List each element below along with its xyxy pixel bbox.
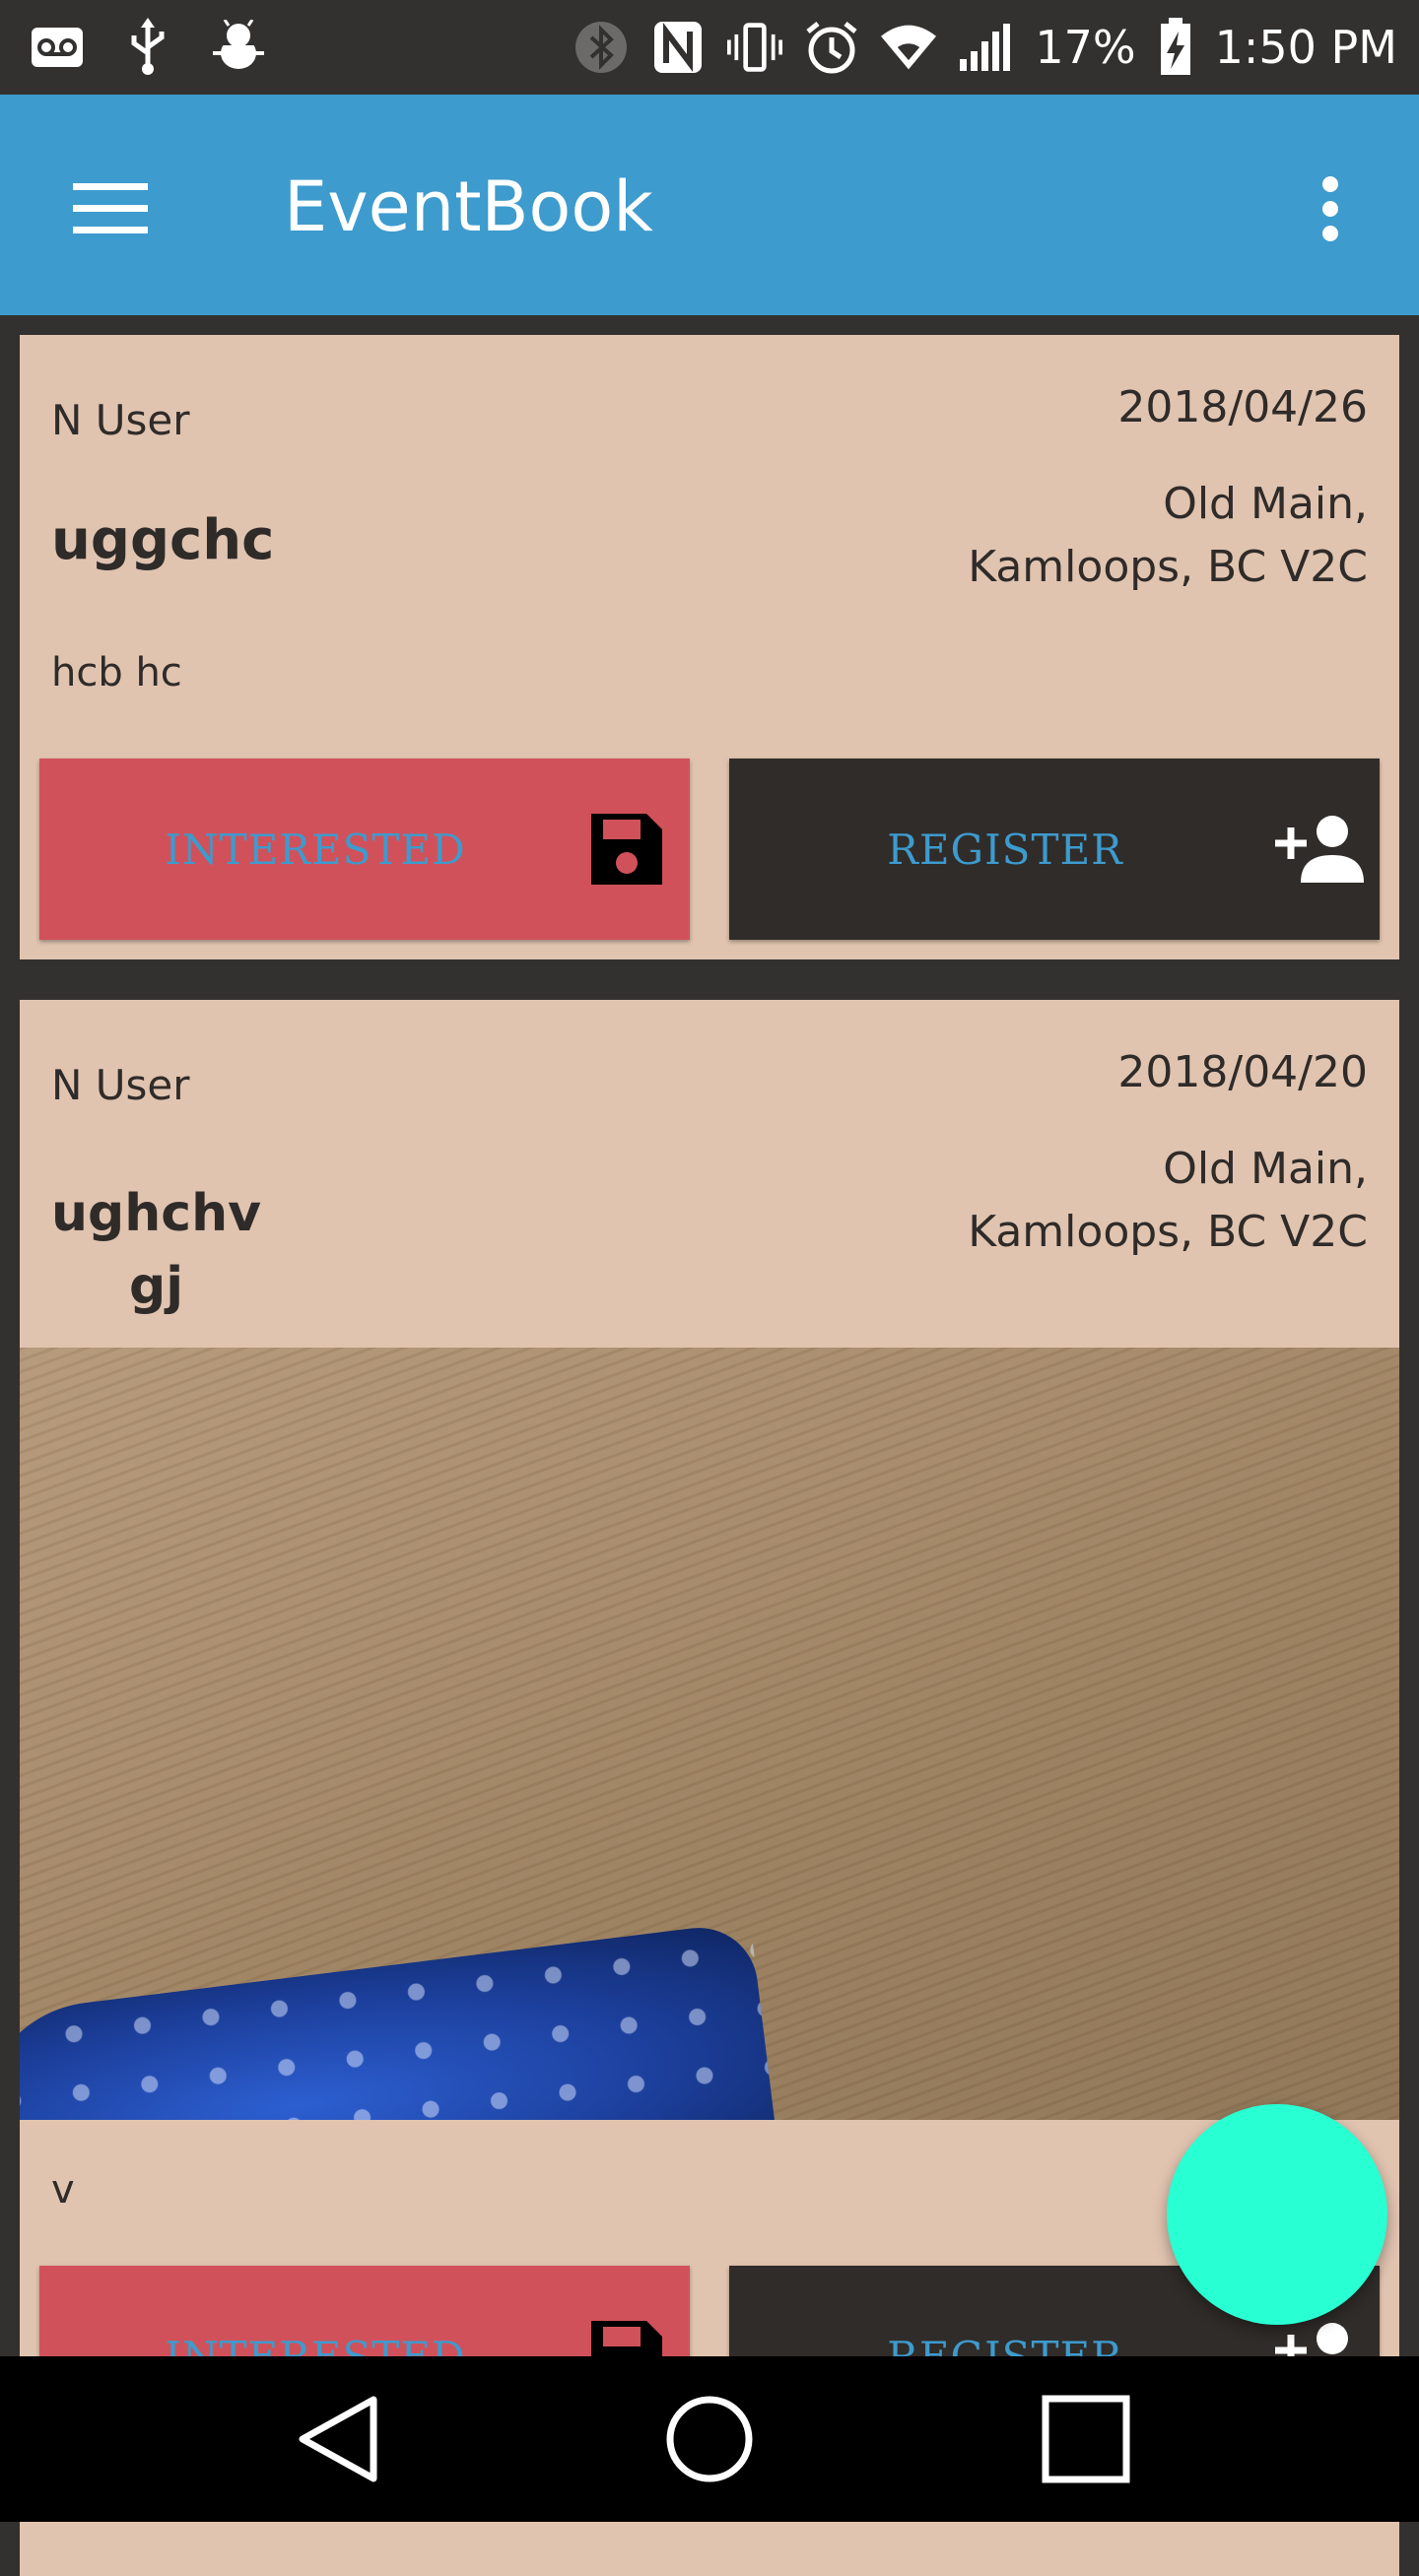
event-author: N User [51,396,190,444]
app-title: EventBook [284,166,653,247]
recents-icon[interactable] [1037,2390,1135,2488]
more-vert-icon[interactable] [1281,160,1380,258]
event-date: 2018/04/20 [1117,1047,1368,1097]
event-description: hcb hc [51,650,182,695]
wifi-icon [881,16,937,79]
title-line-2: gj [128,1257,184,1316]
location-line-1: Old Main, [1163,1144,1368,1194]
register-button[interactable]: REGISTER [729,759,1380,940]
floating-action-button[interactable] [1167,2104,1387,2325]
home-icon[interactable] [660,2390,759,2488]
event-title: uggchc [51,508,275,572]
event-author: N User [51,1061,190,1109]
clock: 1:50 PM [1214,21,1397,74]
event-location: Old Main, Kamloops, BC V2C [968,1138,1368,1264]
nfc-icon [650,16,706,79]
event-card[interactable]: N User 2018/04/26 uggchc Old Main, Kamlo… [20,335,1399,959]
navigation-bar [0,2356,1419,2522]
usb-icon [120,16,175,79]
interested-button-label: INTERESTED [165,825,466,874]
app-bar: EventBook [0,95,1419,315]
save-icon [587,810,666,889]
event-location: Old Main, Kamloops, BC V2C [968,473,1368,599]
title-line-1: ughchv [51,1184,262,1243]
battery-charging-icon [1158,16,1193,79]
alarm-icon [804,16,859,79]
bluetooth-icon [574,16,629,79]
event-photo [20,1348,1399,2120]
android-debug-icon [211,16,266,79]
vibrate-icon [727,16,783,79]
interested-button[interactable]: INTERESTED [39,759,690,940]
status-bar: 17% 1:50 PM [0,0,1419,95]
location-line-1: Old Main, [1163,479,1368,529]
back-icon[interactable] [288,2390,386,2488]
location-line-2: Kamloops, BC V2C [968,1207,1368,1257]
event-date: 2018/04/26 [1117,382,1368,432]
hamburger-menu-icon[interactable] [61,160,160,258]
signal-icon [958,16,1013,79]
event-title: ughchv gj [51,1177,261,1323]
register-button-label: REGISTER [887,825,1123,874]
event-card[interactable]: N User 2018/04/20 ughchv gj Old Main, Ka… [20,1000,1399,2576]
location-line-2: Kamloops, BC V2C [968,542,1368,592]
event-description: v [51,2167,75,2213]
battery-percent: 17% [1035,21,1136,74]
person-add-icon [1271,810,1366,889]
voicemail-icon [30,16,85,79]
